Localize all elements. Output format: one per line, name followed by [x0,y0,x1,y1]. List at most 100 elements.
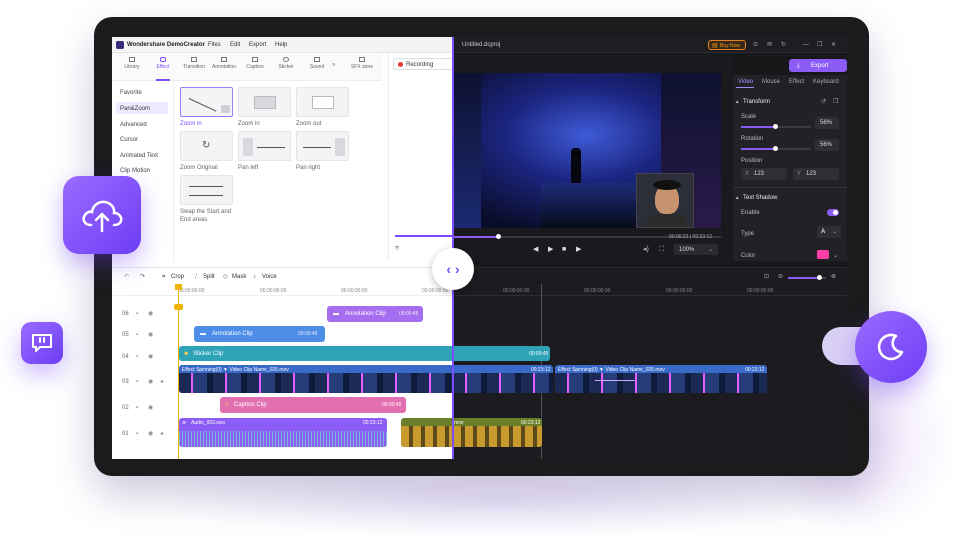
tab-sticker[interactable]: Sticker [272,57,300,70]
menu-export[interactable]: Export [249,41,266,49]
category-pan-zoom[interactable]: Pan&Zoom [120,105,150,113]
effect-zoom-original[interactable]: ↻ [180,131,233,161]
tab-library[interactable]: Library [118,57,146,70]
split-icon[interactable]: ⧸ [195,273,197,281]
compare-arrows-icon[interactable]: ‹ › [432,248,474,290]
lock-icon[interactable]: ▪ [136,430,138,438]
timeline-zoom-knob[interactable] [817,275,822,280]
annotation-clip-2[interactable]: ▬ Annotation Clip 00:00:45 [194,326,325,342]
video-clip-1[interactable]: Effect Spinning(0) ▼ Video Clip Name_025… [179,365,453,393]
close-icon[interactable]: ✕ [831,41,836,49]
effect-zoom-in[interactable] [238,87,291,117]
position-y-input[interactable]: Y 123 [793,168,839,180]
next-frame-icon[interactable]: ▶ [576,246,581,254]
color-swatch[interactable] [817,250,829,259]
camera-icon[interactable]: ⌾ [395,245,399,253]
mask-label[interactable]: Mask [232,273,246,281]
category-favorite[interactable]: Favorite [120,89,142,97]
lock-icon[interactable]: ▪ [136,378,138,386]
zoom-select[interactable]: 100% ⌄ [674,244,718,255]
menu-edit[interactable]: Edit [230,41,240,49]
tab-sound[interactable]: Sound [303,57,331,70]
props-tab-video[interactable]: Video [738,78,753,86]
mask-icon[interactable]: ◇ [223,273,228,281]
menu-help[interactable]: Help [275,41,287,49]
moon-icon[interactable] [855,311,927,383]
copy-icon[interactable]: ❐ [833,98,838,106]
redo-icon[interactable]: ↷ [140,273,145,281]
play-icon[interactable]: ▶ [548,246,553,254]
playhead-marker[interactable] [174,304,183,310]
effect-pan-left[interactable] [238,131,291,161]
mail-icon[interactable]: ✉ [767,41,772,49]
effect-zoom-in-selected[interactable] [180,87,233,117]
tab-annotation[interactable]: Annotation [210,57,238,70]
rotation-slider-knob[interactable] [773,146,778,151]
playhead-head[interactable] [175,284,182,290]
category-advanced[interactable]: Advanced [120,121,147,129]
eye-icon[interactable]: ◉ [148,353,153,361]
annotation-clip-1[interactable]: ▬ Annotation Clip 00:00:45 [327,306,423,322]
tab-caption[interactable]: Caption [241,57,269,70]
caption-clip[interactable]: ☺ Caption Clip 00:00:45 [220,397,406,413]
eye-icon[interactable]: ◉ [148,430,153,438]
lock-icon[interactable]: ▪ [136,331,138,339]
stop-icon[interactable]: ■ [562,246,566,254]
collapse-icon[interactable]: ▴ [736,194,739,202]
effect-swap[interactable] [180,175,233,205]
fit-icon[interactable]: ⊡ [764,273,769,281]
sticker-clip-dark[interactable]: 00:00:45 [453,346,550,361]
split-label[interactable]: Split [203,273,215,281]
menu-files[interactable]: Files [208,41,221,49]
collapse-icon[interactable]: ▴ [736,98,739,106]
eye-icon[interactable]: ◉ [148,331,153,339]
reset-icon[interactable]: ↺ [821,98,826,106]
tab-effect[interactable]: Effect [149,57,177,70]
type-select[interactable]: A ⌄ [817,226,841,238]
audio-clip[interactable]: ≋ Audio_003.wav 00:23:12 [179,418,387,447]
effect-pan-right[interactable] [296,131,349,161]
speaker-icon[interactable]: ◂ [160,430,163,438]
props-tab-mouse[interactable]: Mouse [762,78,780,86]
mic-icon[interactable]: ♪ [253,273,256,281]
enable-toggle[interactable] [827,209,839,216]
webcam-overlay[interactable] [636,173,694,228]
eye-icon[interactable]: ◉ [148,378,153,386]
position-x-input[interactable]: X 123 [741,168,787,180]
video-clip-1-dark[interactable]: 00:23:12 [453,365,553,393]
category-animated-text[interactable]: Animated Text [120,152,158,160]
video-clip-3-dark[interactable]: Video Clip name_025.mov 00:23:12 [453,418,542,447]
props-tab-keyboard[interactable]: Keyboard [813,78,839,86]
eye-icon[interactable]: ◉ [148,310,153,318]
minimize-icon[interactable]: — [803,41,809,49]
tab-transition[interactable]: Transition [180,57,208,70]
recording-dropdown[interactable]: Recording [393,58,453,70]
scale-slider-knob[interactable] [773,124,778,129]
video-clip-3-light[interactable] [401,418,453,447]
props-tab-effect[interactable]: Effect [789,78,804,86]
scale-input[interactable]: 56% [815,117,839,129]
tab-sfx-store[interactable]: SFX store [348,57,376,70]
help-icon[interactable]: ⊙ [753,41,758,49]
zoom-out-icon[interactable]: ⊖ [778,273,783,281]
crop-label[interactable]: Crop [171,273,184,281]
eye-icon[interactable]: ◉ [148,404,153,412]
prev-frame-icon[interactable]: ◀ [533,246,538,254]
category-clip-motion[interactable]: Clip Motion [120,167,150,175]
voice-label[interactable]: Voice [262,273,277,281]
chevron-down-icon[interactable]: ⌄ [833,252,838,260]
buy-now-button[interactable]: ▤ Buy Now [708,40,746,50]
video-clip-2[interactable]: Effect Spinning(0) ▼ Video Clip Name_025… [555,365,767,393]
lock-icon[interactable]: ▪ [136,310,138,318]
zoom-in-icon[interactable]: ⊕ [831,273,836,281]
lock-icon[interactable]: ▪ [136,404,138,412]
effect-zoom-out[interactable] [296,87,349,117]
undo-icon[interactable]: ↶ [124,273,129,281]
restore-icon[interactable]: ❐ [817,41,822,49]
crop-icon[interactable]: ⌗ [162,273,165,281]
fullscreen-icon[interactable]: ⛶ [659,246,664,254]
more-tabs-icon[interactable]: » [332,61,335,69]
rotation-input[interactable]: 56% [815,139,839,151]
speaker-icon[interactable]: ◂ [160,378,163,386]
export-button[interactable]: ⤓ Export [789,59,847,72]
